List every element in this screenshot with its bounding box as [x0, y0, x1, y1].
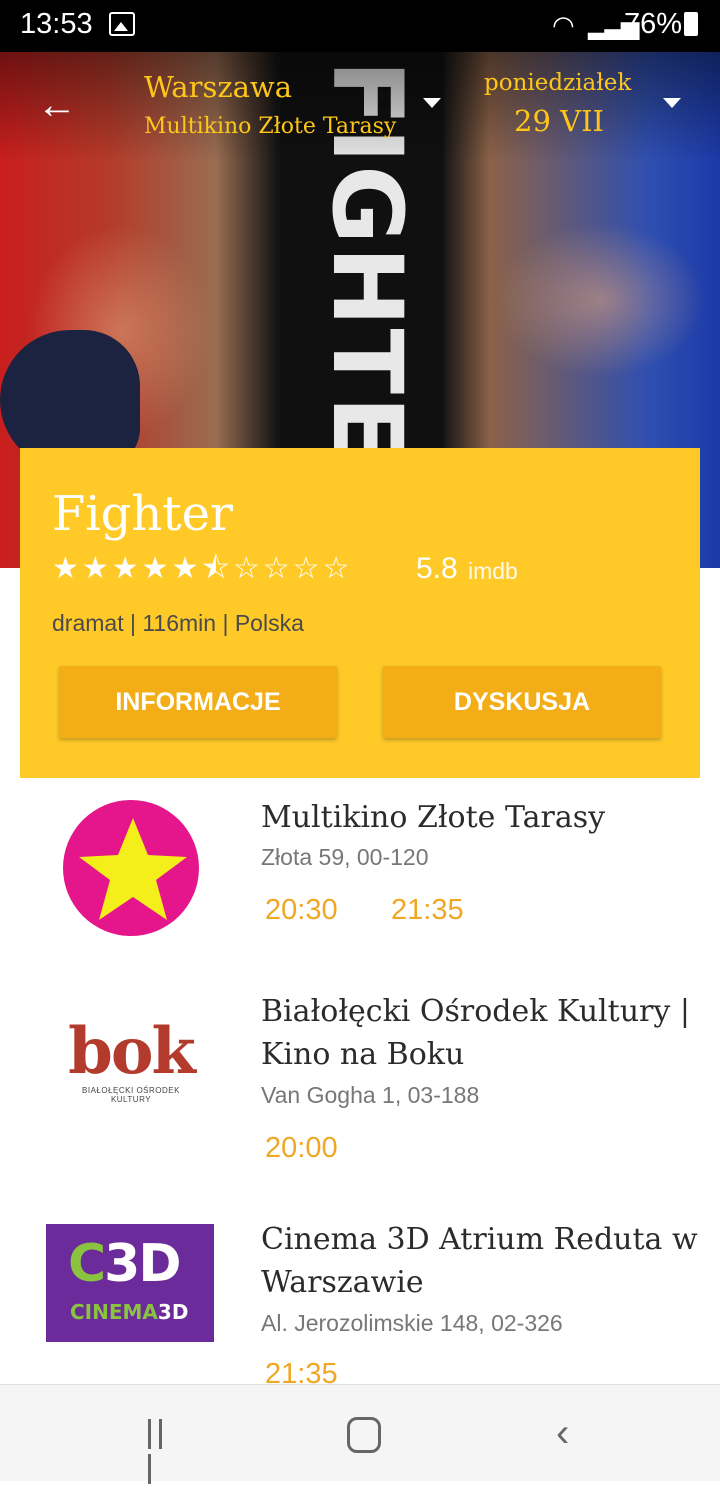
showtime[interactable]: 20:30 [265, 894, 338, 927]
movie-meta: dramat | 116min | Polska [52, 610, 304, 636]
day-selector[interactable]: poniedziałek [484, 70, 631, 96]
cinema-address: Al. Jerozolimskie 148, 02-326 [261, 1310, 563, 1336]
date-selector[interactable]: 29 VII [514, 104, 604, 138]
rating-value: 5.8 [416, 552, 458, 585]
cinema-name[interactable]: Cinema 3D Atrium Reduta w Warszawie [261, 1218, 701, 1304]
system-navigation-bar: ‹ [0, 1384, 720, 1484]
rating-source: imdb [468, 558, 518, 584]
bok-logo: bok BIAŁOŁĘCKI OŚRODEK KULTURY [62, 1014, 200, 1105]
showtime[interactable]: 21:35 [391, 894, 464, 927]
rating-stars-icon: ★★★★★⯪☆☆☆☆ [52, 552, 353, 585]
movie-title: Fighter [52, 486, 233, 542]
c3d-logo-subtitle: CINEMA3D [70, 1300, 189, 1324]
recent-apps-icon[interactable] [148, 1419, 178, 1484]
back-arrow-icon[interactable]: ← [34, 82, 80, 128]
info-button[interactable]: INFORMACJE [59, 666, 337, 738]
battery-percent: 76% [624, 8, 683, 40]
showtime[interactable]: 20:00 [265, 1132, 338, 1165]
discussion-button[interactable]: DYSKUSJA [383, 666, 661, 738]
city-selector[interactable]: Warszawa [144, 70, 292, 104]
movie-info-card: Fighter ★★★★★⯪☆☆☆☆ 5.8 imdb dramat | 116… [20, 448, 700, 778]
cinema-selector[interactable]: Multikino Złote Tarasy [144, 114, 396, 139]
cinema3d-logo: C3D CINEMA3D [46, 1224, 214, 1342]
bok-logo-subtitle: BIAŁOŁĘCKI OŚRODEK KULTURY [82, 1086, 180, 1104]
battery-icon [684, 12, 698, 36]
star-icon [79, 818, 187, 920]
cinema-name[interactable]: Białołęcki Ośrodek Kultury | Kino na Bok… [261, 990, 701, 1076]
status-bar: 13:53 ◠ ▂▃▅ 76% [0, 0, 720, 52]
gallery-notification-icon [109, 12, 135, 36]
bok-logo-text: bok [68, 1014, 196, 1089]
multikino-logo [63, 800, 199, 936]
cinema-name[interactable]: Multikino Złote Tarasy [261, 796, 701, 839]
top-navigation [0, 52, 720, 162]
cinema-dropdown-icon[interactable] [423, 98, 441, 108]
date-dropdown-icon[interactable] [663, 98, 681, 108]
back-icon[interactable]: ‹ [556, 1411, 569, 1456]
status-time: 13:53 [20, 8, 93, 40]
cinema-address: Van Gogha 1, 03-188 [261, 1082, 480, 1108]
c3d-logo-text: C3D [68, 1234, 182, 1294]
home-icon[interactable] [347, 1417, 381, 1453]
wifi-icon: ◠ [552, 10, 575, 40]
cinema-address: Złota 59, 00-120 [261, 844, 429, 870]
